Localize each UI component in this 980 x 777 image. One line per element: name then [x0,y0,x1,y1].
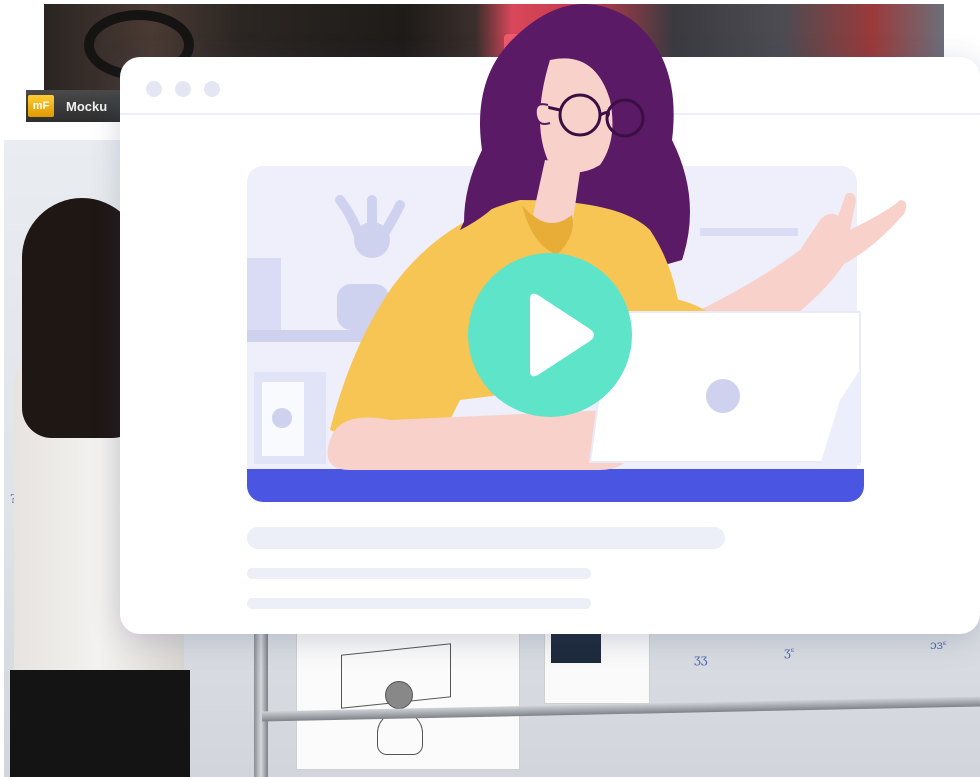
play-icon [530,293,594,377]
background-pole [254,620,268,777]
window-dot-icon [175,81,191,97]
background-portrait [551,633,601,663]
video-progress-bar[interactable] [247,469,864,502]
background-person-pants [10,670,190,777]
app-logo-icon: mF [28,95,54,117]
placeholder-text-line [247,598,591,609]
browser-title-bar [120,57,980,115]
whiteboard-scribble: ɔɜᵋ [930,638,947,652]
window-dot-icon [146,81,162,97]
whiteboard-scribble: ʒᵋ [784,645,795,659]
app-title-label: Mocku [66,98,108,114]
background-sketch-paper [296,630,520,770]
background-photo-paper [544,626,650,704]
window-dot-icon [204,81,220,97]
placeholder-title-line [247,527,725,549]
placeholder-text-line [247,568,591,579]
whiteboard-scribble: ʒʒ [694,652,708,666]
play-button[interactable] [468,253,632,417]
